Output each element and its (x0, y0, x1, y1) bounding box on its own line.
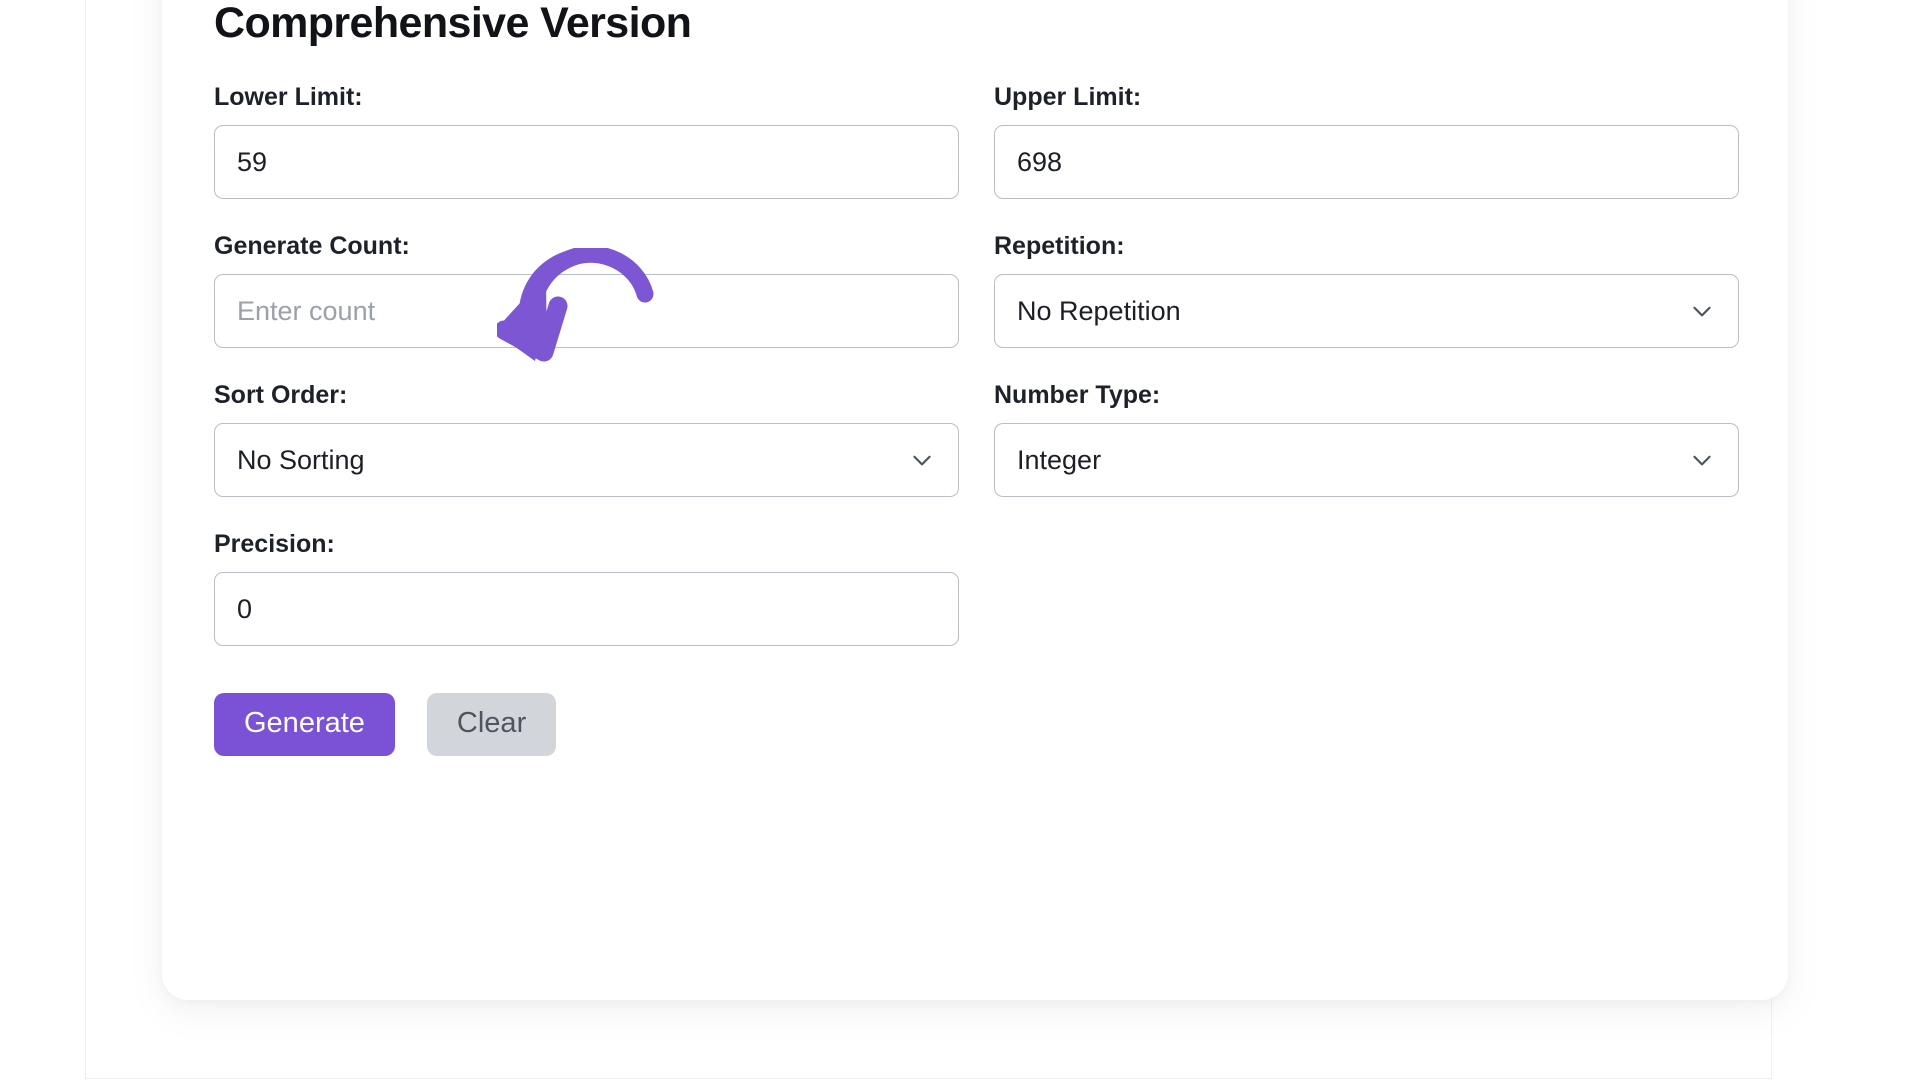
field-number-type: Number Type: Integer (994, 383, 1739, 529)
lower-limit-label: Lower Limit: (214, 83, 363, 112)
lower-limit-input[interactable]: 59 (214, 125, 959, 200)
field-spacer (994, 532, 1739, 681)
upper-limit-input[interactable]: 698 (994, 125, 1739, 200)
generate-count-label: Generate Count: (214, 232, 410, 261)
generator-card: Comprehensive Version Lower Limit: 59 Up… (162, 0, 1788, 1000)
page-divider-bottom (85, 1078, 1772, 1079)
clear-button[interactable]: Clear (426, 693, 557, 757)
card-content: Comprehensive Version Lower Limit: 59 Up… (214, 0, 1739, 757)
field-generate-count: Generate Count: Enter count (214, 234, 959, 380)
field-lower-limit: Lower Limit: 59 (214, 85, 959, 231)
form-grid: Lower Limit: 59 Upper Limit: 698 Generat… (214, 85, 1739, 681)
precision-label: Precision: (214, 530, 335, 559)
sort-order-select-wrap: No Sorting (214, 423, 959, 498)
page-divider-left (85, 0, 86, 1080)
action-button-row: Generate Clear (214, 693, 1736, 757)
field-repetition: Repetition: No Repetition (994, 234, 1739, 380)
upper-limit-label: Upper Limit: (994, 83, 1142, 112)
generate-button[interactable]: Generate (214, 693, 395, 757)
number-type-label: Number Type: (994, 381, 1161, 410)
repetition-select-wrap: No Repetition (994, 274, 1739, 349)
number-type-select[interactable]: Integer (994, 423, 1739, 498)
number-type-select-wrap: Integer (994, 423, 1739, 498)
precision-input[interactable]: 0 (214, 572, 959, 647)
sort-order-select[interactable]: No Sorting (214, 423, 959, 498)
sort-order-label: Sort Order: (214, 381, 348, 410)
repetition-select[interactable]: No Repetition (994, 274, 1739, 349)
field-upper-limit: Upper Limit: 698 (994, 85, 1739, 231)
generate-count-input[interactable]: Enter count (214, 274, 959, 349)
page-title: Comprehensive Version (214, 0, 692, 47)
repetition-label: Repetition: (994, 232, 1125, 261)
field-precision: Precision: 0 (214, 532, 959, 678)
field-sort-order: Sort Order: No Sorting (214, 383, 959, 529)
